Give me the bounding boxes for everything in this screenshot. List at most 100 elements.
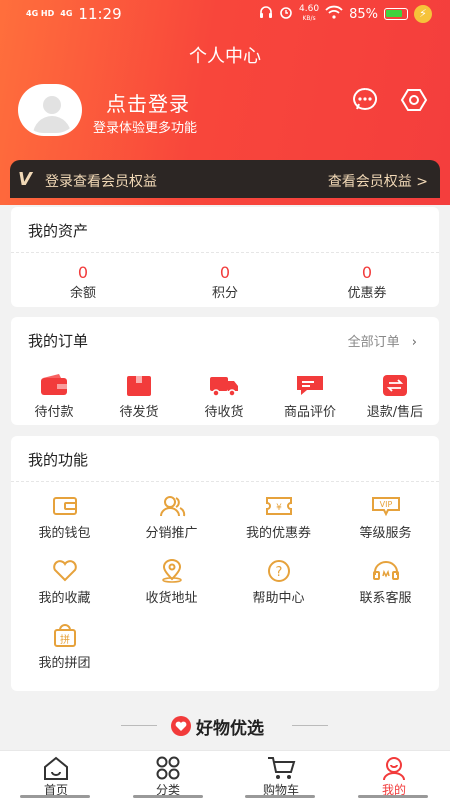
- net-speed-value: 4.60: [299, 4, 320, 14]
- divider: [11, 252, 439, 253]
- asset-value: 0: [219, 263, 231, 282]
- heart-icon: [51, 559, 79, 583]
- func-distribution[interactable]: 分销推广: [118, 494, 225, 541]
- func-wallet[interactable]: 我的钱包: [11, 494, 118, 541]
- help-icon: ?: [265, 559, 293, 583]
- functions-title: 我的功能: [28, 451, 89, 469]
- recommend-title: 好物优选: [196, 719, 264, 739]
- assets-card: 我的资产 0 余额 0 积分 0 优惠券: [11, 207, 439, 307]
- asset-balance[interactable]: 0 余额: [33, 263, 133, 301]
- vip-banner-text: 登录查看会员权益: [45, 174, 157, 190]
- scroll-indicator: [245, 795, 315, 798]
- func-label: 我的钱包: [38, 526, 91, 541]
- status-bar: 4G HD 4G 11:29 4.60 KB/s 85% ⚡: [0, 0, 450, 28]
- scroll-indicator: [20, 795, 90, 798]
- home-icon: [41, 755, 71, 781]
- func-customer-service[interactable]: 联系客服: [332, 559, 439, 606]
- divider: [292, 725, 328, 726]
- svg-text:?: ?: [275, 565, 282, 580]
- func-label: 收货地址: [145, 591, 198, 606]
- func-coupons[interactable]: ¥ 我的优惠券: [225, 494, 332, 541]
- asset-points[interactable]: 0 积分: [175, 263, 275, 301]
- func-label: 帮助中心: [252, 591, 305, 606]
- alarm-icon: [279, 5, 293, 23]
- func-vip-service[interactable]: VIP 等级服务: [332, 494, 439, 541]
- wallet-icon: [39, 373, 69, 397]
- svg-text:拼: 拼: [60, 633, 70, 646]
- orders-card: 我的订单 全部订单 › 待付款 待发货 待收货 商品评价 退款/售后: [11, 317, 439, 425]
- func-help[interactable]: ? 帮助中心: [225, 559, 332, 606]
- divider: [121, 725, 157, 726]
- svg-text:VIP: VIP: [379, 500, 392, 509]
- divider: [11, 481, 439, 482]
- profile-icon: [379, 755, 409, 781]
- location-icon: [158, 559, 186, 583]
- functions-card: 我的功能 我的钱包 分销推广 ¥ 我的优惠券 VIP 等级服务 我的收藏 收货地…: [11, 436, 439, 691]
- avatar[interactable]: [18, 84, 82, 136]
- vip-banner[interactable]: V 登录查看会员权益 查看会员权益 >: [10, 160, 440, 198]
- category-icon: [153, 755, 183, 781]
- all-orders-label: 全部订单: [347, 335, 400, 350]
- wallet-icon: [51, 494, 79, 518]
- message-icon[interactable]: [351, 86, 379, 114]
- func-label: 联系客服: [359, 591, 412, 606]
- tab-cart[interactable]: 购物车: [241, 755, 321, 798]
- func-favorites[interactable]: 我的收藏: [11, 559, 118, 606]
- tab-profile[interactable]: 我的: [354, 755, 434, 798]
- func-label: 等级服务: [359, 526, 412, 541]
- group-buy-icon: 拼: [51, 624, 79, 648]
- tab-home[interactable]: 首页: [16, 755, 96, 798]
- heart-icon: [170, 715, 192, 741]
- view-vip-benefits-link[interactable]: 查看会员权益 >: [328, 171, 428, 191]
- order-review[interactable]: 商品评价: [267, 373, 353, 420]
- asset-label: 余额: [69, 286, 96, 301]
- asset-value: 0: [361, 263, 373, 282]
- wifi-icon: [325, 5, 343, 23]
- func-label: 我的优惠券: [245, 526, 311, 541]
- vip-logo: V: [18, 169, 32, 190]
- bottom-tab-bar: 首页 分类 购物车 我的: [0, 750, 450, 800]
- scroll-indicator: [133, 795, 203, 798]
- asset-value: 0: [77, 263, 89, 282]
- order-label: 待收货: [204, 405, 244, 420]
- asset-label: 积分: [211, 286, 238, 301]
- all-orders-link[interactable]: 全部订单 ›: [348, 331, 417, 350]
- comment-icon: [295, 373, 325, 397]
- status-time: 11:29: [78, 5, 122, 23]
- charging-icon: ⚡: [414, 5, 432, 23]
- tab-category[interactable]: 分类: [128, 755, 208, 798]
- vip-icon: VIP: [371, 494, 400, 518]
- signal-indicator-1: 4G HD: [26, 9, 55, 18]
- login-subtitle: 登录体验更多功能: [93, 121, 198, 136]
- headphone-icon: [259, 5, 273, 23]
- asset-coupons[interactable]: 0 优惠券: [317, 263, 417, 301]
- page-title: 个人中心: [189, 46, 261, 67]
- order-label: 退款/售后: [366, 405, 424, 420]
- func-address[interactable]: 收货地址: [118, 559, 225, 606]
- order-pending-shipment[interactable]: 待发货: [96, 373, 182, 420]
- cart-icon: [266, 755, 296, 781]
- func-label: 我的拼团: [38, 656, 91, 671]
- settings-icon[interactable]: [400, 86, 428, 114]
- signal-indicator-2: 4G: [60, 9, 73, 18]
- order-refund[interactable]: 退款/售后: [352, 373, 438, 420]
- battery-percent: 85%: [349, 6, 378, 22]
- order-label: 待发货: [119, 405, 159, 420]
- asset-label: 优惠券: [347, 286, 387, 301]
- login-button[interactable]: 点击登录: [106, 88, 190, 117]
- orders-title: 我的订单: [28, 332, 89, 350]
- func-group-buy[interactable]: 拼 我的拼团: [11, 624, 118, 671]
- battery-icon: [384, 8, 408, 20]
- coupon-icon: ¥: [265, 494, 293, 518]
- order-label: 商品评价: [283, 405, 336, 420]
- headset-icon: [372, 559, 400, 583]
- net-speed-unit: KB/s: [302, 15, 316, 22]
- chevron-right-icon: ›: [411, 335, 417, 350]
- users-icon: [158, 494, 186, 518]
- profile-header: 4G HD 4G 11:29 4.60 KB/s 85% ⚡ 个人中心 点击登录…: [0, 0, 450, 205]
- refund-icon: [380, 373, 410, 397]
- func-label: 我的收藏: [38, 591, 91, 606]
- func-label: 分销推广: [145, 526, 198, 541]
- order-pending-receipt[interactable]: 待收货: [181, 373, 267, 420]
- order-pending-payment[interactable]: 待付款: [11, 373, 97, 420]
